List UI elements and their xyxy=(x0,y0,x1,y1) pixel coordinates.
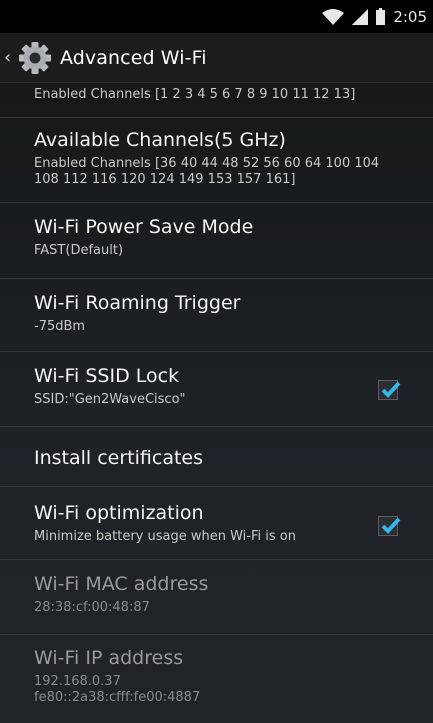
setting-channels-24ghz[interactable]: Enabled Channels [1 2 3 4 5 6 7 8 9 10 1… xyxy=(0,83,433,118)
page-title: Advanced Wi-Fi xyxy=(60,46,207,69)
setting-wifi-optimization[interactable]: Wi-Fi optimization Minimize battery usag… xyxy=(0,487,433,560)
setting-summary: Enabled Channels [1 2 3 4 5 6 7 8 9 10 1… xyxy=(34,87,356,102)
setting-summary: 192.168.0.37 xyxy=(34,674,121,689)
setting-title: Wi-Fi IP address xyxy=(34,647,184,669)
setting-summary-line2: fe80::2a38:cfff:fe00:4887 xyxy=(34,690,201,705)
setting-summary: Minimize battery usage when Wi-Fi is on xyxy=(34,529,296,544)
setting-ip-address: Wi-Fi IP address 192.168.0.37 fe80::2a38… xyxy=(0,635,433,723)
signal-icon xyxy=(352,8,369,25)
check-icon xyxy=(381,517,401,534)
setting-summary: SSID:"Gen2WaveCisco" xyxy=(34,392,186,407)
status-bar: 2:05 xyxy=(0,0,433,33)
setting-title: Wi-Fi SSID Lock xyxy=(34,365,180,387)
setting-title: Wi-Fi Roaming Trigger xyxy=(34,292,241,314)
back-chevron-icon[interactable]: ‹ xyxy=(4,48,16,67)
settings-gear-icon[interactable] xyxy=(18,41,52,75)
action-bar: ‹ Advanced Wi-Fi xyxy=(0,33,433,83)
wifi-optimization-checkbox[interactable] xyxy=(378,516,401,536)
setting-title: Install certificates xyxy=(34,447,204,469)
wifi-icon xyxy=(322,8,345,25)
setting-mac-address: Wi-Fi MAC address 28:38:cf:00:48:87 xyxy=(0,560,433,635)
setting-title: Wi-Fi Power Save Mode xyxy=(34,216,254,238)
setting-ssid-lock[interactable]: Wi-Fi SSID Lock SSID:"Gen2WaveCisco" xyxy=(0,352,433,427)
setting-summary: FAST(Default) xyxy=(34,243,124,258)
setting-power-save-mode[interactable]: Wi-Fi Power Save Mode FAST(Default) xyxy=(0,203,433,279)
settings-list-container[interactable]: Enabled Channels [1 2 3 4 5 6 7 8 9 10 1… xyxy=(0,83,433,723)
ssid-lock-checkbox[interactable] xyxy=(378,380,401,400)
setting-title: Available Channels(5 GHz) xyxy=(34,129,286,151)
setting-summary: 28:38:cf:00:48:87 xyxy=(34,600,150,615)
setting-summary: Enabled Channels [36 40 44 48 52 56 60 6… xyxy=(34,156,380,187)
settings-list: Enabled Channels [1 2 3 4 5 6 7 8 9 10 1… xyxy=(0,83,433,723)
battery-icon xyxy=(376,8,386,25)
setting-channels-5ghz[interactable]: Available Channels(5 GHz) Enabled Channe… xyxy=(0,118,433,203)
setting-title: Wi-Fi MAC address xyxy=(34,573,209,595)
setting-roaming-trigger[interactable]: Wi-Fi Roaming Trigger -75dBm xyxy=(0,279,433,352)
status-time: 2:05 xyxy=(393,7,427,26)
setting-title: Wi-Fi optimization xyxy=(34,502,204,524)
check-icon xyxy=(381,381,401,398)
setting-install-certificates[interactable]: Install certificates xyxy=(0,427,433,487)
setting-summary: -75dBm xyxy=(34,319,86,334)
